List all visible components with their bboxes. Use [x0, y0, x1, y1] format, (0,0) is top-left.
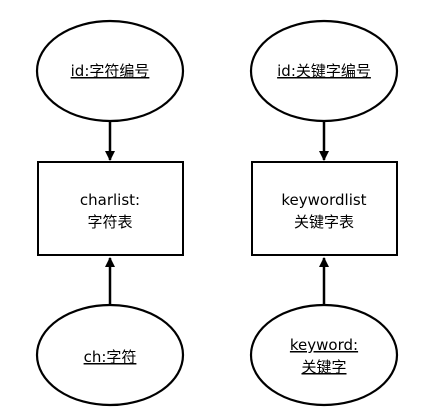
right-top-ellipse-label: id:关键字编号: [277, 62, 371, 80]
right-bottom-ellipse: keyword: 关键字: [249, 303, 399, 407]
left-box-line2: 字符表: [87, 213, 132, 231]
right-top-ellipse: id:关键字编号: [249, 19, 399, 123]
left-bottom-ellipse: ch:字符: [35, 303, 185, 407]
right-entity-box: keywordlist 关键字表: [251, 161, 398, 256]
left-entity-box: charlist: 字符表: [37, 161, 184, 256]
right-bottom-ellipse-label-line1: keyword:: [290, 336, 358, 354]
left-top-ellipse: id:字符编号: [35, 19, 185, 123]
left-bottom-ellipse-label: ch:字符: [84, 348, 137, 366]
right-box-line1: keywordlist: [281, 191, 366, 209]
right-bottom-ellipse-label-line2: 关键字: [301, 358, 346, 376]
er-diagram: id:字符编号 charlist: 字符表 ch:字符 id:关键字编号 key…: [35, 19, 399, 407]
left-top-ellipse-label: id:字符编号: [71, 62, 150, 80]
right-box-line2: 关键字表: [294, 213, 354, 231]
left-box-line1: charlist:: [80, 191, 140, 209]
